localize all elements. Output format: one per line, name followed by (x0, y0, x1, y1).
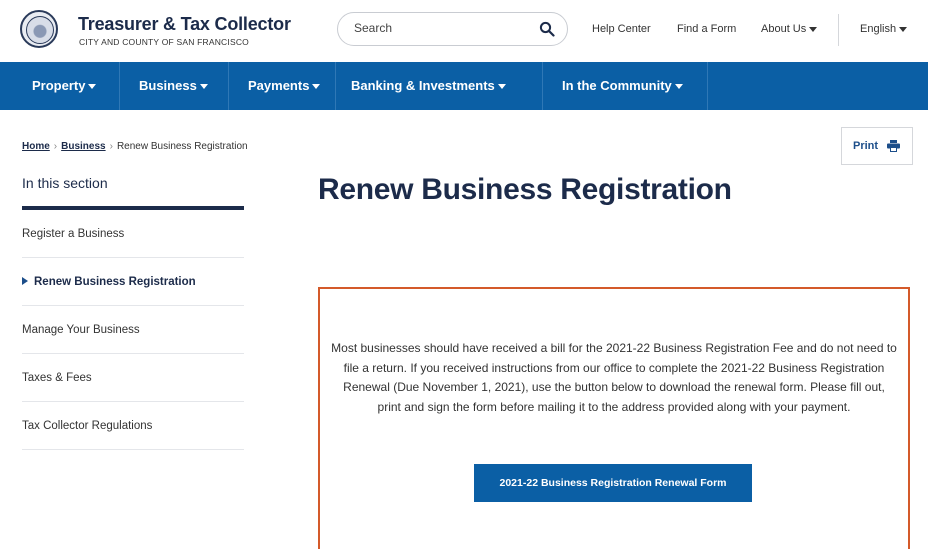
nav-banking-investments[interactable]: Banking & Investments (351, 62, 506, 110)
renewal-form-button[interactable]: 2021-22 Business Registration Renewal Fo… (474, 464, 752, 502)
nav-business[interactable]: Business (139, 62, 208, 110)
caret-down-icon (312, 84, 321, 90)
caret-down-icon (88, 84, 97, 90)
language-selector[interactable]: English (860, 23, 908, 35)
site-title[interactable]: Treasurer & Tax Collector (78, 14, 291, 35)
nav-in-the-community[interactable]: In the Community (562, 62, 683, 110)
page-title: Renew Business Registration (318, 173, 732, 206)
nav-property[interactable]: Property (32, 62, 97, 110)
header-divider (838, 14, 839, 46)
site-header: Treasurer & Tax Collector CITY AND COUNT… (0, 0, 928, 62)
main-nav: Property Business Payments Banking & Inv… (0, 62, 928, 110)
sidebar-heading: In this section (22, 175, 108, 191)
triangle-right-icon (22, 276, 28, 285)
search-icon[interactable] (539, 21, 555, 37)
caret-down-icon (674, 84, 683, 90)
print-button[interactable]: Print (841, 127, 913, 165)
nav-separator (335, 62, 336, 110)
breadcrumb-home-link[interactable]: Home (22, 141, 50, 152)
breadcrumb-separator: › (53, 141, 58, 152)
breadcrumb-current: Renew Business Registration (116, 141, 248, 152)
nav-payments[interactable]: Payments (248, 62, 321, 110)
nav-separator (707, 62, 708, 110)
about-us-menu[interactable]: About Us (761, 23, 818, 35)
sidebar-item-renew[interactable]: Renew Business Registration (22, 258, 244, 306)
sidebar-item-regulations[interactable]: Tax Collector Regulations (22, 402, 244, 450)
nav-separator (542, 62, 543, 110)
help-center-link[interactable]: Help Center (592, 23, 651, 35)
caret-down-icon (899, 26, 908, 32)
find-a-form-link[interactable]: Find a Form (677, 23, 736, 35)
sidebar-item-manage[interactable]: Manage Your Business (22, 306, 244, 354)
breadcrumb-business-link[interactable]: Business (61, 141, 105, 152)
search-box (337, 12, 568, 46)
caret-down-icon (809, 26, 818, 32)
sidebar-item-taxes-fees[interactable]: Taxes & Fees (22, 354, 244, 402)
search-input[interactable] (354, 21, 524, 35)
notice-text: Most businesses should have received a b… (331, 341, 897, 414)
breadcrumb: Home › Business › Renew Business Registratio… (22, 141, 248, 152)
nav-separator (119, 62, 120, 110)
sidebar-item-register[interactable]: Register a Business (22, 210, 244, 258)
notice-box: Most businesses should have received a b… (318, 287, 910, 549)
site-subtitle: CITY AND COUNTY OF SAN FRANCISCO (79, 37, 249, 47)
breadcrumb-separator: › (109, 141, 113, 152)
seal-logo-icon[interactable] (20, 10, 58, 48)
caret-down-icon (199, 84, 208, 90)
caret-down-icon (497, 84, 506, 90)
nav-separator (228, 62, 229, 110)
printer-icon (887, 140, 900, 152)
